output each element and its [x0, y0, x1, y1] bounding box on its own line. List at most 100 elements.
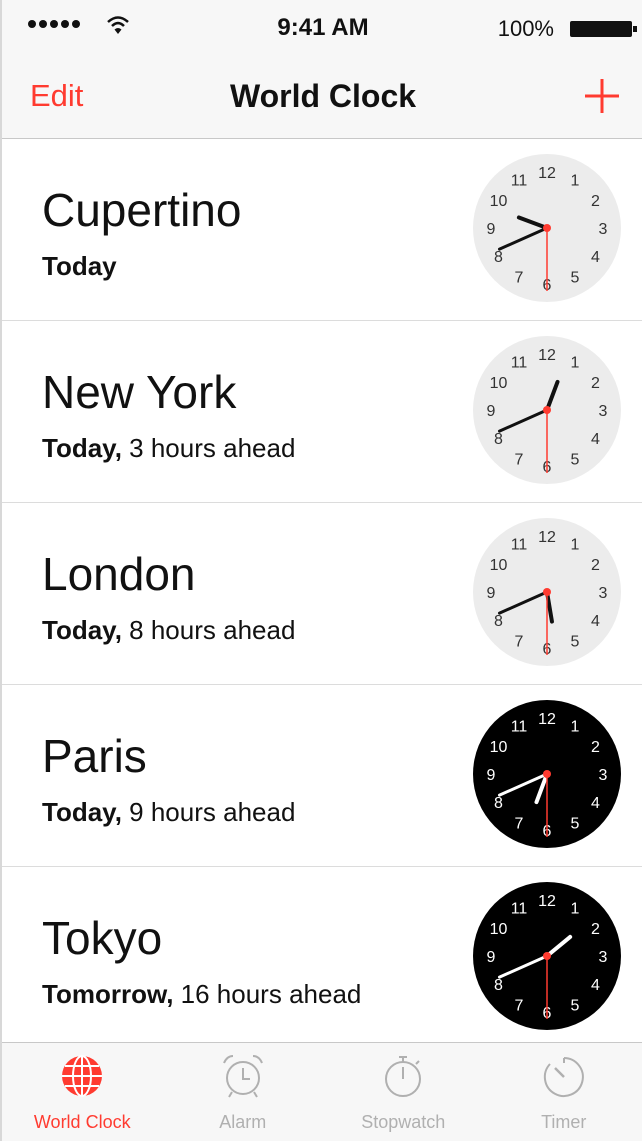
clock-numeral: 9: [487, 403, 496, 420]
status-bar: 9:41 AM 100%: [2, 0, 642, 62]
clock-numeral: 10: [490, 557, 508, 574]
clock-numeral: 2: [591, 375, 600, 392]
clock-numeral: 5: [571, 451, 580, 468]
tab-label: Stopwatch: [361, 1112, 446, 1132]
tab-stopwatch[interactable]: Stopwatch: [323, 1043, 484, 1141]
clock-numeral: 8: [494, 613, 503, 630]
battery-icon: [570, 21, 637, 37]
clock-numeral: 5: [571, 633, 580, 650]
tab-world-clock[interactable]: World Clock: [2, 1043, 163, 1141]
day-label: Today: [42, 251, 117, 281]
clock-numeral: 2: [591, 921, 600, 938]
navigation-bar: Edit World Clock: [2, 62, 642, 139]
time-difference: Today: [42, 251, 117, 282]
clock-numeral: 12: [538, 165, 556, 182]
time-difference: Today, 8 hours ahead: [42, 615, 295, 646]
clock-numeral: 4: [591, 977, 600, 994]
analog-clock-icon: 121234567891011: [473, 882, 621, 1030]
clock-numeral: 1: [571, 719, 580, 736]
clock-numeral: 10: [490, 375, 508, 392]
day-label: Today,: [42, 797, 122, 827]
city-name: Paris: [42, 730, 147, 782]
stopwatch-icon: [385, 1056, 422, 1097]
clock-numeral: 7: [515, 451, 524, 468]
clock-numeral: 4: [591, 613, 600, 630]
clock-numeral: 10: [490, 921, 508, 938]
offset-label: 3 hours ahead: [121, 433, 296, 463]
clock-numeral: 9: [487, 767, 496, 784]
clock-numeral: 1: [571, 901, 580, 918]
page-title: World Clock: [229, 78, 417, 114]
clock-numeral: 12: [538, 529, 556, 546]
clock-numeral: 4: [591, 431, 600, 448]
analog-clock-icon: 121234567891011: [473, 518, 621, 666]
clock-numeral: 12: [538, 347, 556, 364]
tab-alarm[interactable]: Alarm: [163, 1043, 324, 1141]
list-item[interactable]: CupertinoToday121234567891011: [2, 139, 642, 321]
list-item[interactable]: TokyoTomorrow, 16 hours ahead12123456789…: [2, 867, 642, 1049]
clock-numeral: 5: [571, 269, 580, 286]
clock-numeral: 3: [599, 403, 608, 420]
city-name: New York: [42, 366, 237, 418]
offset-label: 16 hours ahead: [173, 979, 362, 1009]
list-item[interactable]: ParisToday, 9 hours ahead121234567891011: [2, 685, 642, 867]
globe-icon: [62, 1055, 103, 1097]
clock-numeral: 3: [599, 585, 608, 602]
clock-numeral: 8: [494, 249, 503, 266]
clock-numeral: 11: [511, 901, 528, 918]
clock-numeral: 3: [599, 221, 608, 238]
tab-label: World Clock: [33, 1112, 131, 1132]
clock-numeral: 12: [538, 893, 556, 910]
timer-icon: [543, 1057, 584, 1097]
clock-numeral: 1: [571, 537, 580, 554]
clock-numeral: 9: [487, 949, 496, 966]
day-label: Today,: [42, 433, 122, 463]
analog-clock-icon: 121234567891011: [473, 700, 621, 848]
clock-numeral: 8: [494, 795, 503, 812]
clock-numeral: 1: [571, 355, 580, 372]
clock-numeral: 2: [591, 557, 600, 574]
clock-numeral: 2: [591, 193, 600, 210]
world-clock-list: CupertinoToday121234567891011New YorkTod…: [2, 139, 642, 1049]
clock-numeral: 2: [591, 739, 600, 756]
clock-numeral: 12: [538, 711, 556, 728]
tab-label: Timer: [541, 1112, 587, 1132]
clock-numeral: 7: [515, 269, 524, 286]
tab-label: Alarm: [219, 1112, 267, 1132]
clock-numeral: 3: [599, 949, 608, 966]
clock-numeral: 11: [511, 537, 528, 554]
clock-numeral: 4: [591, 795, 600, 812]
clock-numeral: 10: [490, 739, 508, 756]
clock-numeral: 1: [571, 173, 580, 190]
tab-bar: World Clock Alarm Stopwatch Timer: [2, 1042, 642, 1141]
battery-percent: 100%: [497, 16, 554, 41]
add-city-button[interactable]: [582, 76, 622, 116]
list-item[interactable]: LondonToday, 8 hours ahead12123456789101…: [2, 503, 642, 685]
analog-clock-icon: 121234567891011: [473, 336, 621, 484]
clock-numeral: 4: [591, 249, 600, 266]
tab-timer[interactable]: Timer: [484, 1043, 642, 1141]
city-name: Tokyo: [42, 912, 163, 964]
clock-numeral: 7: [515, 815, 524, 832]
time-difference: Today, 3 hours ahead: [42, 433, 295, 464]
time-difference: Tomorrow, 16 hours ahead: [42, 979, 361, 1010]
clock-numeral: 11: [511, 355, 528, 372]
day-label: Tomorrow,: [42, 979, 174, 1009]
clock-numeral: 11: [511, 719, 528, 736]
clock-numeral: 5: [571, 815, 580, 832]
analog-clock-icon: 121234567891011: [473, 154, 621, 302]
offset-label: 9 hours ahead: [121, 797, 296, 827]
clock-numeral: 8: [494, 977, 503, 994]
clock-numeral: 3: [599, 767, 608, 784]
day-label: Today,: [42, 615, 122, 645]
clock-numeral: 10: [490, 193, 508, 210]
clock-numeral: 7: [515, 997, 524, 1014]
offset-label: 8 hours ahead: [121, 615, 296, 645]
clock-numeral: 11: [511, 173, 528, 190]
clock-numeral: 9: [487, 221, 496, 238]
list-item[interactable]: New YorkToday, 3 hours ahead121234567891…: [2, 321, 642, 503]
clock-numeral: 5: [571, 997, 580, 1014]
alarm-clock-icon: [222, 1055, 263, 1098]
clock-numeral: 7: [515, 633, 524, 650]
time-difference: Today, 9 hours ahead: [42, 797, 295, 828]
